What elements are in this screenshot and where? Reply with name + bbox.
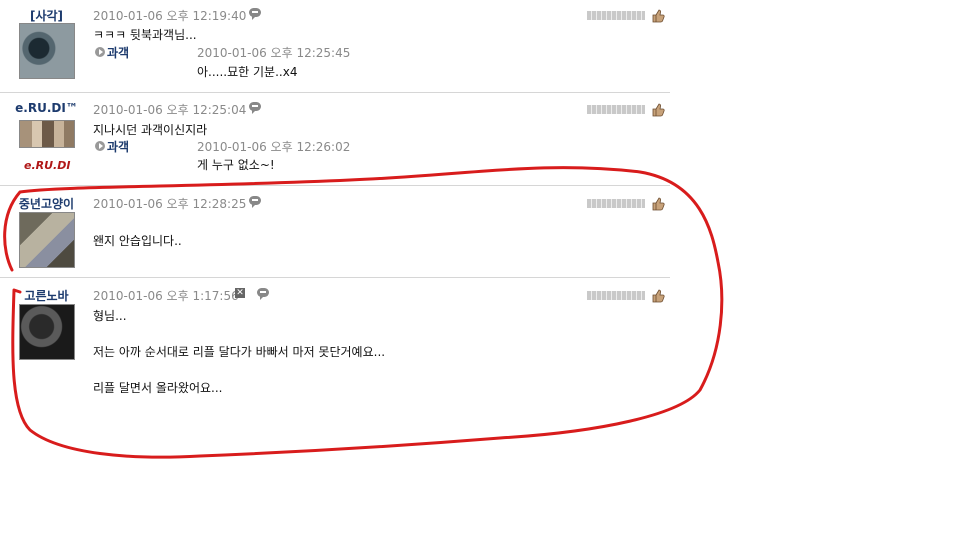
- comment-author[interactable]: e.RU.DI™: [0, 101, 93, 115]
- comment-text: ㅋㅋㅋ 뒷북과객님...: [93, 28, 197, 42]
- speech-bubble-icon[interactable]: [249, 196, 261, 208]
- reply-author[interactable]: 과객: [107, 44, 129, 61]
- reply-text: 아.....묘한 기분..x4: [197, 65, 298, 79]
- speech-bubble-icon[interactable]: [249, 102, 261, 114]
- comment-text: 형님...: [93, 309, 127, 323]
- reply-arrow-icon: [95, 141, 105, 151]
- thumbs-up-icon[interactable]: [651, 9, 665, 23]
- delete-x-icon[interactable]: ✕: [235, 288, 245, 298]
- thumbs-up-icon[interactable]: [651, 197, 665, 211]
- comment-text: 왠지 안습입니다..: [93, 234, 182, 248]
- reply-date: 2010-01-06 오후 12:25:45: [197, 46, 351, 60]
- rating-bar[interactable]: [587, 105, 645, 114]
- comment-date: 2010-01-06 오후 12:28:25: [93, 197, 247, 211]
- comment-text: 리플 달면서 올라왔어요...: [93, 381, 223, 395]
- reply-author[interactable]: 과객: [107, 138, 129, 155]
- avatar[interactable]: [19, 212, 75, 268]
- annotation-circle: [3, 166, 724, 459]
- speech-bubble-icon[interactable]: [257, 288, 269, 300]
- divider: [0, 277, 670, 278]
- reply-arrow-icon: [95, 47, 105, 57]
- user-logo: e.RU.DI: [24, 159, 71, 172]
- comment-author[interactable]: [사각]: [0, 7, 93, 24]
- avatar[interactable]: [19, 23, 75, 79]
- speech-bubble-icon[interactable]: [249, 8, 261, 20]
- reply-text: 게 누구 없소~!: [197, 158, 275, 172]
- thumbs-up-icon[interactable]: [651, 289, 665, 303]
- rating-bar[interactable]: [587, 291, 645, 300]
- comment-author[interactable]: 중년고양이: [0, 195, 93, 212]
- comment-text: 저는 아까 순서대로 리플 달다가 바빠서 마저 못단거예요...: [93, 345, 386, 359]
- divider: [0, 185, 670, 186]
- rating-bar[interactable]: [587, 11, 645, 20]
- rating-bar[interactable]: [587, 199, 645, 208]
- comment-author[interactable]: 고른노바: [0, 287, 93, 304]
- avatar[interactable]: [19, 304, 75, 360]
- thumbs-up-icon[interactable]: [651, 103, 665, 117]
- reply-date: 2010-01-06 오후 12:26:02: [197, 140, 351, 154]
- comment-date: 2010-01-06 오후 12:25:04: [93, 103, 247, 117]
- comment-text: 지나시던 과객이신지라: [93, 123, 208, 137]
- comment-date: 2010-01-06 오후 1:17:56: [93, 289, 239, 303]
- comment-date: 2010-01-06 오후 12:19:40: [93, 9, 247, 23]
- avatar[interactable]: [19, 120, 75, 148]
- divider: [0, 92, 670, 93]
